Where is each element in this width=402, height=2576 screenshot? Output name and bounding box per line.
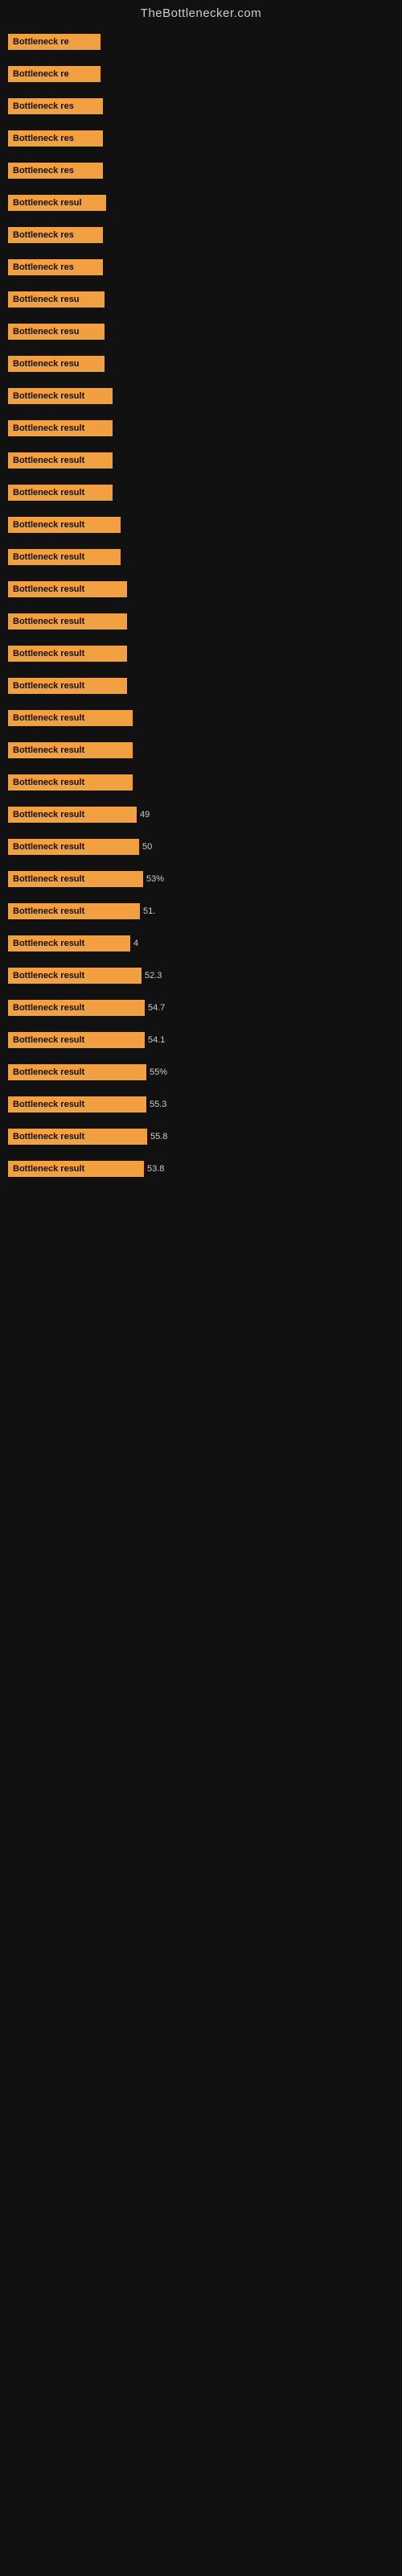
bar-row: Bottleneck resu [8,284,394,315]
bar-value: 50 [142,842,152,852]
bar-label: Bottleneck result [8,517,121,533]
bar-value: 55% [150,1067,167,1077]
bar-label: Bottleneck resu [8,291,105,308]
bar-label: Bottleneck result [8,388,113,404]
bar-row: Bottleneck result [8,671,394,701]
bar-row: Bottleneck res [8,155,394,186]
bar-value: 55.8 [150,1132,167,1141]
bar-row: Bottleneck result50 [8,832,394,862]
bar-label: Bottleneck result [8,613,127,630]
bar-row: Bottleneck result53% [8,864,394,894]
bar-row: Bottleneck result [8,381,394,411]
bar-row: Bottleneck resu [8,349,394,379]
bar-label: Bottleneck result [8,935,130,952]
bar-label: Bottleneck result [8,485,113,501]
bar-row: Bottleneck result53.8 [8,1154,394,1184]
bar-label: Bottleneck result [8,420,113,436]
bar-label: Bottleneck result [8,1000,145,1016]
bar-label: Bottleneck result [8,1032,145,1048]
bar-row: Bottleneck result54.7 [8,993,394,1023]
bar-label: Bottleneck re [8,66,100,82]
site-title: TheBottlenecker.com [0,0,402,23]
bar-row: Bottleneck result [8,703,394,733]
bar-label: Bottleneck result [8,452,113,469]
bar-label: Bottleneck result [8,903,140,919]
bar-row: Bottleneck re [8,59,394,89]
bar-label: Bottleneck result [8,710,133,726]
bar-label: Bottleneck resul [8,195,106,211]
bar-label: Bottleneck res [8,259,103,275]
bar-label: Bottleneck resu [8,324,105,340]
bar-row: Bottleneck result51. [8,896,394,927]
bar-label: Bottleneck re [8,34,100,50]
bar-label: Bottleneck result [8,774,133,791]
bar-label: Bottleneck resu [8,356,105,372]
bar-label: Bottleneck result [8,1161,144,1177]
chart-area: Bottleneck re Bottleneck re Bottleneck res… [0,23,402,1189]
bar-row: Bottleneck result4 [8,928,394,959]
bar-row: Bottleneck result [8,735,394,766]
bar-value: 52.3 [145,971,162,980]
bar-label: Bottleneck result [8,1129,147,1145]
bar-row: Bottleneck result [8,606,394,637]
bar-label: Bottleneck result [8,678,127,694]
bar-value: 49 [140,810,150,819]
bar-label: Bottleneck result [8,871,143,887]
bar-row: Bottleneck result [8,767,394,798]
bar-value: 53% [146,874,164,884]
bar-row: Bottleneck result [8,542,394,572]
bar-row: Bottleneck res [8,123,394,154]
bar-label: Bottleneck result [8,742,133,758]
bar-row: Bottleneck result 55% [8,1057,394,1088]
bar-row: Bottleneck result [8,413,394,444]
bar-row: Bottleneck resu [8,316,394,347]
bar-row: Bottleneck result [8,574,394,605]
bar-value: 53.8 [147,1164,164,1174]
bar-label: Bottleneck result [8,968,142,984]
bar-row: Bottleneck resul [8,188,394,218]
bar-label: Bottleneck result [8,839,139,855]
bar-label: Bottleneck result [8,549,121,565]
bar-value: 54.7 [148,1003,165,1013]
bar-label: Bottleneck res [8,163,103,179]
bar-row: Bottleneck result [8,638,394,669]
bar-value: 55.3 [150,1100,166,1109]
bar-label: Bottleneck result [8,1064,146,1080]
bar-value: 51. [143,906,155,916]
bar-label: Bottleneck result [8,1096,146,1113]
bar-value: 4 [133,939,138,948]
bar-row: Bottleneck result49 [8,799,394,830]
bar-row: Bottleneck res [8,91,394,122]
bar-row: Bottleneck re [8,27,394,57]
bar-row: Bottleneck result55.8 [8,1121,394,1152]
bar-label: Bottleneck res [8,98,103,114]
bar-label: Bottleneck res [8,130,103,147]
bar-row: Bottleneck res [8,220,394,250]
bar-label: Bottleneck result [8,646,127,662]
bar-row: Bottleneck result [8,477,394,508]
bar-label: Bottleneck res [8,227,103,243]
bar-label: Bottleneck result [8,807,137,823]
bar-label: Bottleneck result [8,581,127,597]
bar-value: 54.1 [148,1035,165,1045]
bar-row: Bottleneck result54.1 [8,1025,394,1055]
bar-row: Bottleneck res [8,252,394,283]
bar-row: Bottleneck result52.3 [8,960,394,991]
bar-row: Bottleneck result [8,510,394,540]
bar-row: Bottleneck result 55.3 [8,1089,394,1120]
bar-row: Bottleneck result [8,445,394,476]
